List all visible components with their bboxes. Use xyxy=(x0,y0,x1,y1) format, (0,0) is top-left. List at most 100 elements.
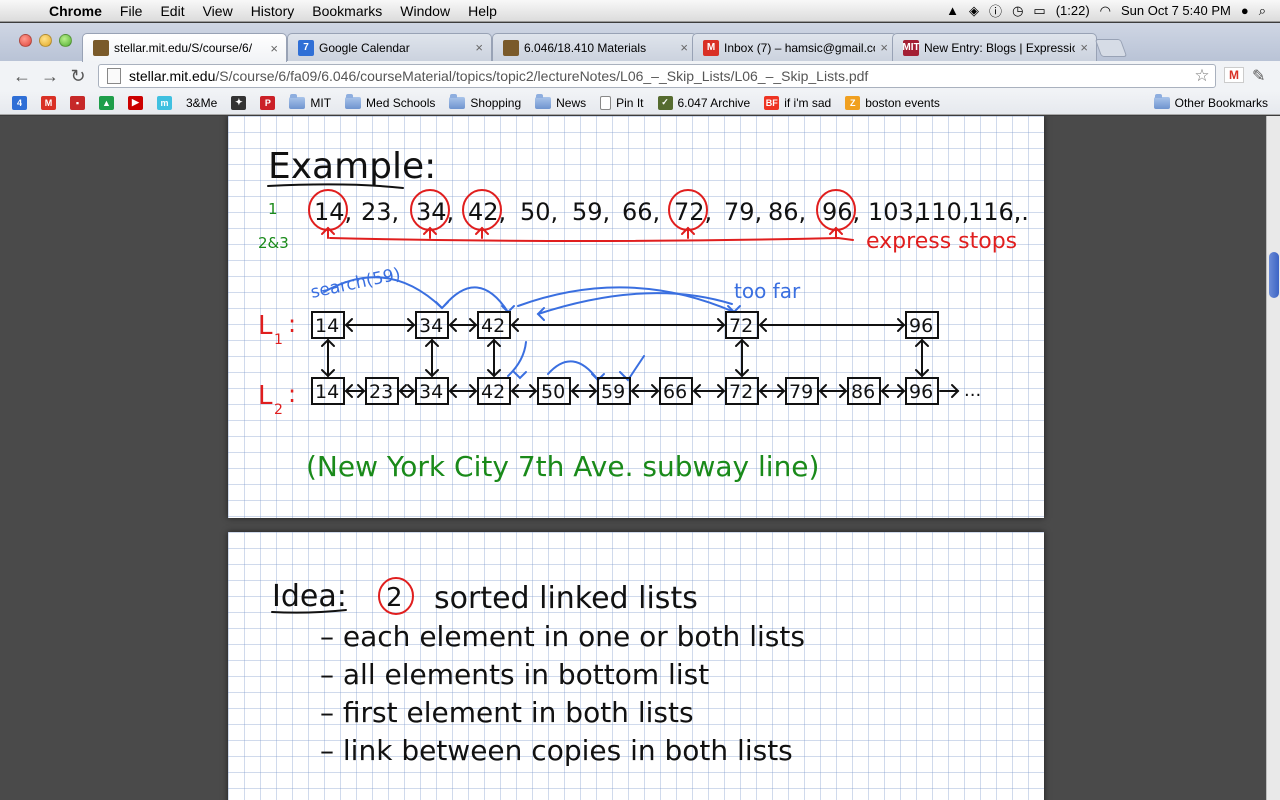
bookmark-star-icon[interactable]: ☆ xyxy=(1189,66,1215,86)
bookmark-item-6[interactable]: 3&Me xyxy=(186,96,217,110)
browser-tab-1[interactable]: 7 Google Calendar × xyxy=(287,33,492,61)
bookmark-favicon-icon: P xyxy=(260,95,276,110)
zoom-window-button[interactable] xyxy=(59,34,72,47)
bookmark-item-5[interactable]: m xyxy=(157,95,172,110)
bookmark-item-10[interactable]: Med Schools xyxy=(345,93,436,110)
dropbox-icon[interactable]: ◈ xyxy=(969,3,979,19)
bookmark-label: 3&Me xyxy=(186,95,218,110)
bookmark-item-7[interactable]: ✦ xyxy=(231,95,247,110)
bookmark-favicon-icon: ▪ xyxy=(70,95,85,110)
alert-icon[interactable]: ⓘ xyxy=(989,1,1002,20)
folder-icon xyxy=(449,93,466,109)
gmail-extension-icon[interactable]: M xyxy=(1224,67,1244,83)
bookmark-item-14[interactable]: ✓ 6.047 Archive xyxy=(657,95,750,110)
google-drive-icon[interactable]: ▲ xyxy=(946,3,959,18)
bookmark-item-12[interactable]: News xyxy=(535,93,586,110)
scrollbar-thumb[interactable] xyxy=(1269,252,1279,298)
tab-close-icon[interactable]: × xyxy=(1080,40,1088,55)
reload-icon[interactable]: ↻ xyxy=(64,66,92,87)
spotlight-search-icon[interactable]: ⌕ xyxy=(1259,3,1266,19)
idea-bullet: – first element in both lists xyxy=(320,696,694,729)
tab-close-icon[interactable]: × xyxy=(475,40,483,55)
wifi-icon[interactable]: ◠ xyxy=(1100,3,1111,19)
level-label-l2-colon: : xyxy=(288,380,296,408)
tab-favicon-icon: MIT xyxy=(902,39,920,56)
l1-node-label: 72 xyxy=(729,315,753,337)
search-checkmark xyxy=(619,355,645,382)
level-label-l2-subscript: 2 xyxy=(274,402,283,418)
bookmark-favicon-icon: ✓ xyxy=(657,95,673,110)
menu-edit[interactable]: Edit xyxy=(151,3,193,19)
back-arrow-icon[interactable]: ← xyxy=(8,66,36,87)
battery-icon[interactable]: ▭ xyxy=(1033,3,1045,19)
l2-node-label: 66 xyxy=(663,381,687,403)
bookmark-item-1[interactable]: M xyxy=(41,95,56,110)
level-label-l1: L xyxy=(258,311,273,341)
vertical-scrollbar[interactable] xyxy=(1266,116,1280,800)
browser-tab-0[interactable]: stellar.mit.edu/S/course/6/ × xyxy=(82,33,287,62)
bookmark-item-0[interactable]: 4 xyxy=(12,95,27,110)
page-icon xyxy=(107,68,121,84)
folder-icon xyxy=(1153,93,1170,109)
bookmark-item-3[interactable]: ▲ xyxy=(99,95,114,110)
bookmark-favicon-icon: ✦ xyxy=(231,95,247,110)
menu-history[interactable]: History xyxy=(242,3,304,19)
sequence-number: 66, xyxy=(622,198,660,226)
l2-node-label: 23 xyxy=(369,381,393,403)
menu-file[interactable]: File xyxy=(111,3,152,19)
search-arrow-2 xyxy=(443,286,509,313)
level-label-l1-subscript: 1 xyxy=(274,332,283,348)
tab-favicon-icon: 7 xyxy=(298,39,314,56)
bookmark-item-15[interactable]: BF if i'm sad xyxy=(764,95,831,110)
express-stops-label: express stops xyxy=(866,229,1017,254)
l2-node-label: 96 xyxy=(909,381,933,403)
menu-app-chrome[interactable]: Chrome xyxy=(40,3,111,19)
idea-bullet: – all elements in bottom list xyxy=(320,658,709,691)
bookmark-item-8[interactable]: P xyxy=(260,95,276,110)
tab-close-icon[interactable]: × xyxy=(880,40,888,55)
tab-close-icon[interactable]: × xyxy=(270,41,278,56)
tab-close-icon[interactable]: × xyxy=(680,40,688,55)
sequence-number: 103, xyxy=(868,198,921,226)
tab-favicon-icon xyxy=(93,40,109,56)
forward-arrow-icon[interactable]: → xyxy=(36,66,64,87)
idea-description: sorted linked lists xyxy=(434,581,698,616)
bookmark-item-2[interactable]: ▪ xyxy=(70,95,85,110)
address-bar[interactable]: stellar.mit.edu/S/course/6/fa09/6.046/co… xyxy=(98,64,1216,88)
pdf-viewer[interactable]: Example: 1 2&3 14, 23, 34, 42, 50, 59, 66, 72, 79, 8… xyxy=(0,116,1280,800)
menu-window[interactable]: Window xyxy=(391,3,459,19)
heading-example: Example: xyxy=(268,146,436,187)
bookmark-item-9[interactable]: MIT xyxy=(289,93,331,110)
bookmark-item-11[interactable]: Shopping xyxy=(449,93,521,110)
search-arrowhead-down xyxy=(513,371,527,380)
browser-tab-4[interactable]: MIT New Entry: Blogs | Expressio × xyxy=(892,33,1097,61)
l1-node-label: 42 xyxy=(481,315,505,337)
l2-node-label: 59 xyxy=(601,381,625,403)
minimize-window-button[interactable] xyxy=(39,34,52,47)
lecture-notes-drawing: Example:12&314, 23, 34, 42, 50, 59, 66, 72, 79, 8… xyxy=(258,146,1029,483)
l1-node-label: 14 xyxy=(315,315,339,337)
bookmark-item-4[interactable]: ▶ xyxy=(128,95,143,110)
folder-icon xyxy=(345,93,362,109)
browser-tab-2[interactable]: 6.046/18.410 Materials × xyxy=(492,33,697,61)
bookmark-item-16[interactable]: Zboston events xyxy=(845,95,940,110)
browser-tab-3[interactable]: M Inbox (7) – hamsic@gmail.co × xyxy=(692,33,897,61)
new-tab-button[interactable] xyxy=(1094,39,1128,57)
menu-bookmarks[interactable]: Bookmarks xyxy=(303,3,391,19)
close-window-button[interactable] xyxy=(19,34,32,47)
tab-favicon-icon: M xyxy=(703,39,719,56)
search-arrow-back xyxy=(537,292,733,315)
wrench-menu-icon[interactable]: ✎ xyxy=(1252,66,1265,86)
time-machine-icon[interactable]: ◷ xyxy=(1012,3,1023,19)
url-text[interactable]: stellar.mit.edu/S/course/6/fa09/6.046/co… xyxy=(129,68,1189,84)
menu-clock[interactable]: Sun Oct 7 5:40 PM xyxy=(1121,3,1231,18)
other-bookmarks-folder[interactable]: Other Bookmarks xyxy=(1153,93,1268,110)
bookmark-label: Med Schools xyxy=(366,95,436,110)
menu-help[interactable]: Help xyxy=(459,3,506,19)
bookmark-item-13[interactable]: Pin It xyxy=(600,95,644,110)
sequence-number: 23, xyxy=(361,198,399,226)
search-arrow-3 xyxy=(517,286,735,313)
user-icon[interactable]: ● xyxy=(1241,3,1249,18)
row-label-2-3: 2&3 xyxy=(258,234,289,252)
menu-view[interactable]: View xyxy=(194,3,242,19)
